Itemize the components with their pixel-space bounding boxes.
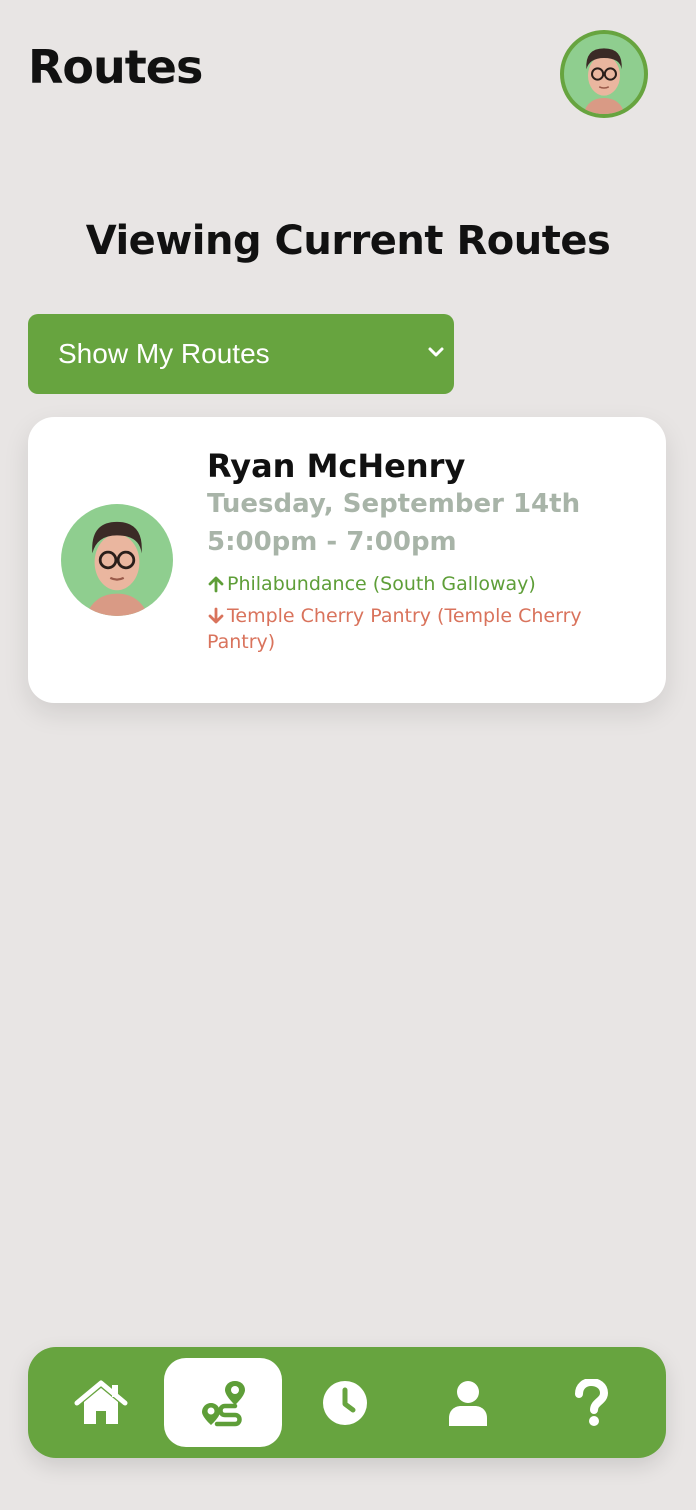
nav-home[interactable]: [42, 1358, 160, 1447]
driver-avatar: [61, 504, 173, 616]
profile-avatar[interactable]: [560, 30, 648, 118]
question-icon: [575, 1378, 608, 1426]
home-icon: [74, 1380, 128, 1424]
dropoff-label: Temple Cherry Pantry (Temple Cherry Pant…: [207, 605, 582, 653]
page-title: Routes: [28, 40, 203, 94]
nav-history[interactable]: [286, 1358, 404, 1447]
user-avatar-icon: [583, 48, 625, 114]
user-icon: [449, 1380, 487, 1426]
nav-help[interactable]: [532, 1358, 650, 1447]
section-title: Viewing Current Routes: [85, 218, 611, 264]
route-time: 5:00pm - 7:00pm: [207, 527, 457, 557]
route-filter-select[interactable]: Show My Routes: [28, 314, 454, 394]
route-card[interactable]: Ryan McHenry Tuesday, September 14th 5:0…: [28, 417, 666, 703]
chevron-down-icon: [428, 347, 444, 357]
driver-name: Ryan McHenry: [207, 447, 466, 485]
clock-icon: [323, 1380, 367, 1425]
nav-routes[interactable]: [164, 1358, 282, 1447]
bottom-nav: [28, 1347, 666, 1458]
pickup-label: Philabundance (South Galloway): [227, 573, 536, 595]
nav-profile[interactable]: [409, 1358, 527, 1447]
route-icon: [202, 1380, 245, 1426]
pickup-stop: Philabundance (South Galloway): [207, 571, 637, 597]
dropoff-stop: Temple Cherry Pantry (Temple Cherry Pant…: [207, 603, 637, 655]
arrow-down-icon: [208, 607, 224, 624]
route-filter-value: Show My Routes: [58, 338, 270, 369]
route-date: Tuesday, September 14th: [207, 489, 581, 519]
arrow-up-icon: [208, 576, 224, 593]
user-avatar-icon: [85, 521, 149, 616]
